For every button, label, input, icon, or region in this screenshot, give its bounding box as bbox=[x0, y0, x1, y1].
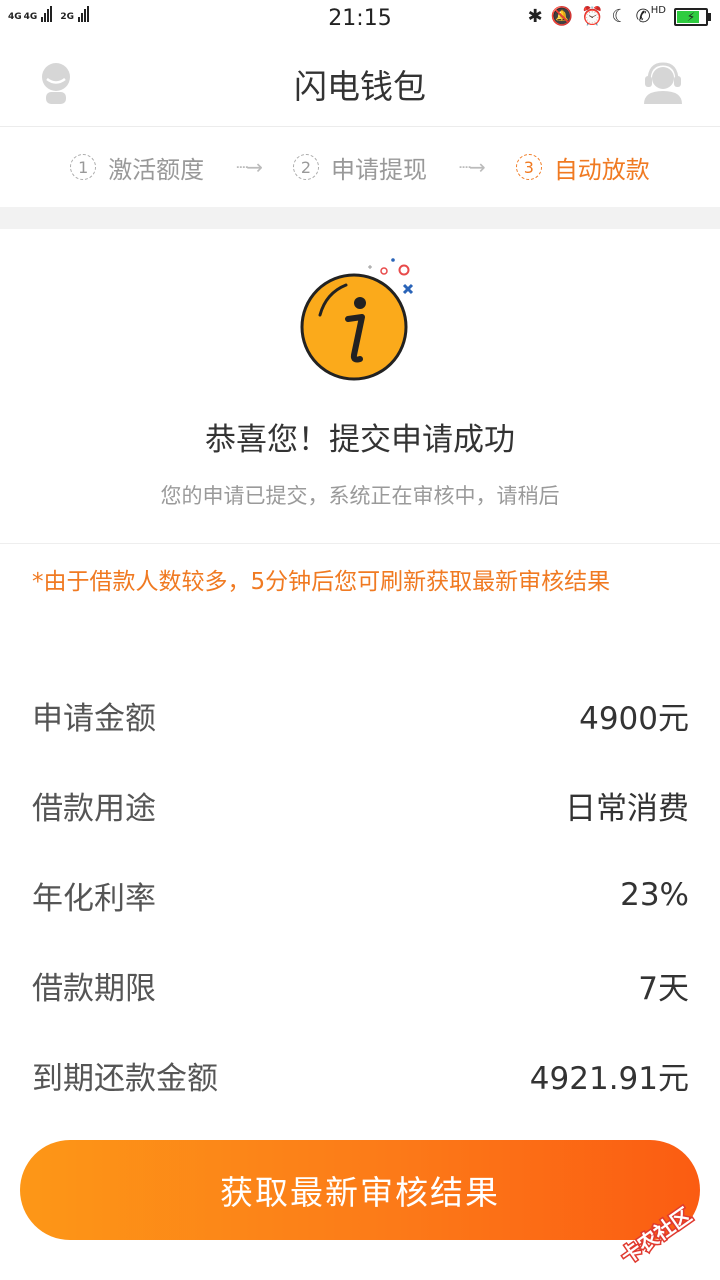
status-icons: ✱ 🔕 ⏰ ☾ ✆ HD ⚡ bbox=[527, 5, 711, 27]
detail-row-purpose: 借款用途 日常消费 bbox=[32, 780, 689, 830]
step-label: 激活额度 bbox=[108, 155, 205, 184]
detail-row-repayment: 到期还款金额 4921.91元 bbox=[32, 1050, 689, 1100]
detail-label: 申请金额 bbox=[32, 700, 156, 737]
detail-row-amount: 申请金额 4900元 bbox=[32, 690, 689, 740]
detail-value: 7天 bbox=[638, 970, 689, 1007]
page-title: 闪电钱包 bbox=[294, 67, 426, 106]
step-label: 自动放款 bbox=[553, 155, 650, 184]
detail-value: 4900元 bbox=[579, 700, 689, 737]
info-icon bbox=[300, 258, 414, 381]
step-activate-credit: 1 激活额度 bbox=[70, 150, 204, 185]
detail-label: 借款期限 bbox=[32, 970, 156, 1007]
refresh-result-button[interactable]: 获取最新审核结果 bbox=[20, 1140, 700, 1240]
step-number: 2 bbox=[293, 154, 319, 180]
step-apply-withdraw: 2 申请提现 bbox=[293, 150, 427, 185]
step-number: 1 bbox=[70, 154, 97, 180]
app-header: 闪电钱包 bbox=[0, 38, 720, 127]
step-arrow-icon: ┈→ bbox=[459, 155, 486, 179]
notice-text: *由于借款人数较多，5分钟后您可刷新获取最新审核结果 bbox=[32, 569, 611, 595]
step-arrow-icon: ┈→ bbox=[236, 155, 263, 179]
phone-hd-icon: ✆ bbox=[635, 6, 651, 27]
hd-label: HD bbox=[650, 5, 666, 16]
detail-value: 23% bbox=[620, 877, 689, 913]
detail-row-term: 借款期限 7天 bbox=[32, 960, 689, 1010]
success-subtitle: 您的申请已提交，系统正在审核中，请稍后 bbox=[160, 484, 560, 508]
bluetooth-icon: ✱ bbox=[527, 6, 543, 27]
step-number: 3 bbox=[515, 154, 542, 180]
section-gap bbox=[0, 207, 720, 229]
detail-label: 借款用途 bbox=[32, 790, 156, 827]
step-label: 申请提现 bbox=[331, 155, 427, 184]
svg-text:卡农社区: 卡农社区 bbox=[617, 1203, 696, 1269]
progress-steps: 1 激活额度 ┈→ 2 申请提现 ┈→ 3 自动放款 bbox=[0, 127, 720, 207]
customer-service-icon[interactable] bbox=[640, 62, 686, 104]
detail-label: 到期还款金额 bbox=[32, 1060, 218, 1097]
success-title: 恭喜您！提交申请成功 bbox=[205, 422, 515, 458]
detail-value: 4921.91元 bbox=[529, 1060, 689, 1097]
moon-icon: ☾ bbox=[611, 6, 628, 27]
detail-label: 年化利率 bbox=[32, 880, 156, 917]
detail-value: 日常消费 bbox=[565, 790, 689, 827]
alarm-icon: ⏰ bbox=[581, 6, 604, 27]
divider bbox=[0, 543, 720, 544]
step-auto-loan: 3 自动放款 bbox=[515, 150, 650, 185]
status-bar: 4G 4G 2G 21:15 ✱ 🔕 ⏰ ☾ ✆ HD ⚡ bbox=[0, 0, 720, 38]
watermark-logo: 卡农社区 bbox=[615, 1201, 697, 1270]
detail-row-rate: 年化利率 23% bbox=[32, 870, 689, 920]
mute-bell-icon: 🔕 bbox=[550, 6, 574, 27]
battery-icon: ⚡ bbox=[674, 7, 711, 26]
